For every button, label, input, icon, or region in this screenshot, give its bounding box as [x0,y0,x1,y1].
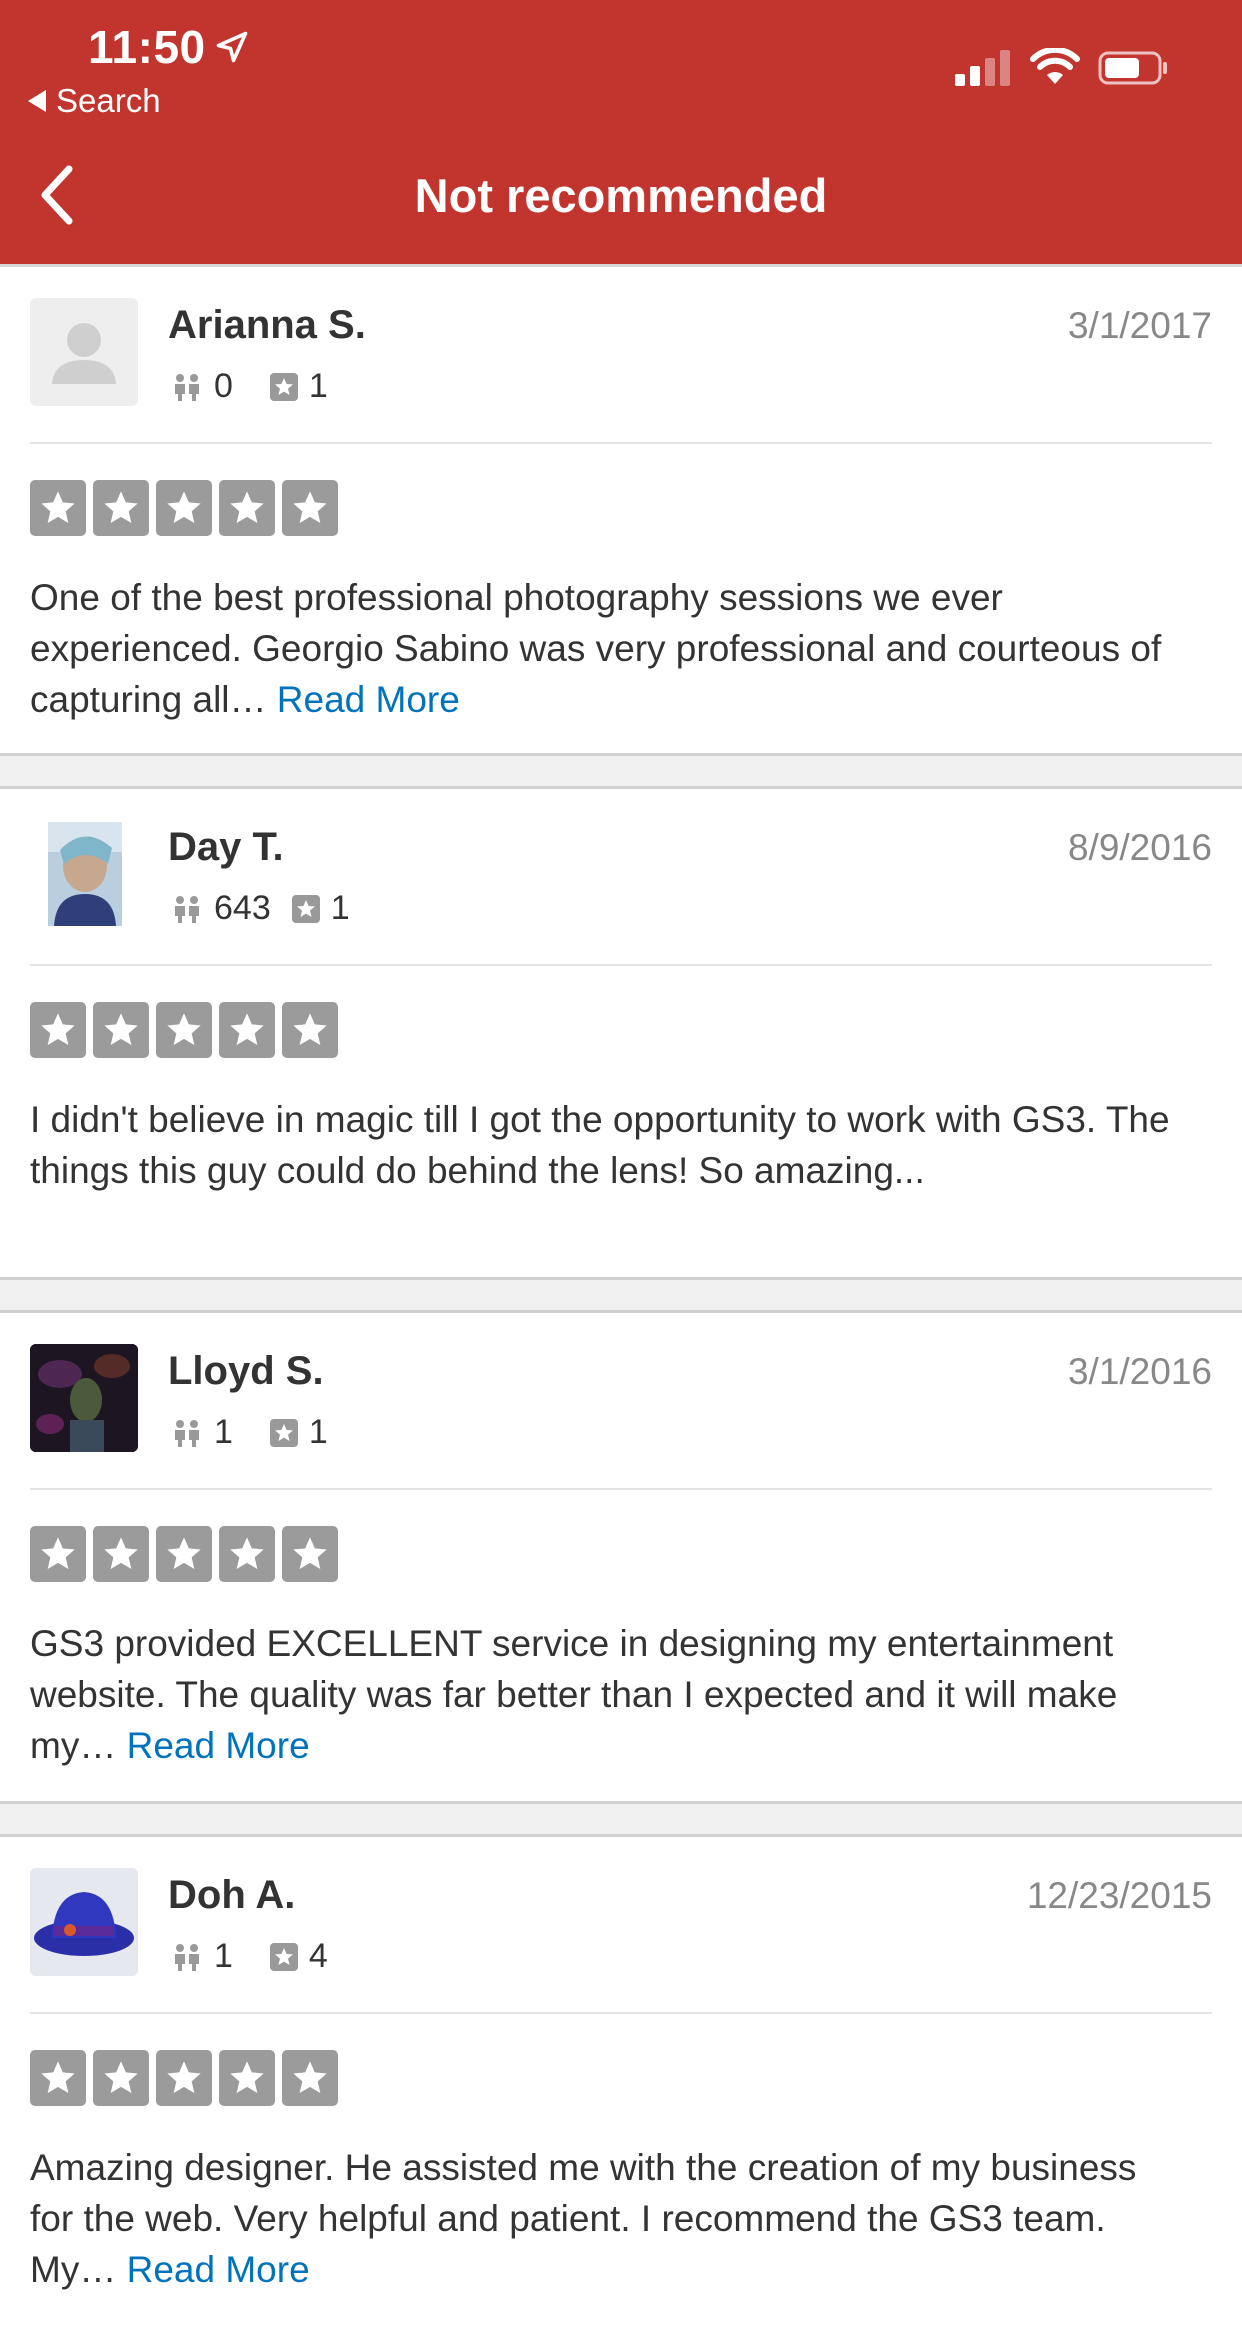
read-more-link[interactable]: Read More [127,2249,310,2290]
reviewer-name[interactable]: Day T. [168,825,284,870]
star-icon [219,2050,275,2106]
avatar[interactable] [30,298,138,406]
review-card: Lloyd S. 3/1/2016 1 1 GS3 provided EXCEL… [0,1310,1242,1804]
status-back-to-search[interactable]: Search [28,82,161,120]
friends-icon [170,1942,204,1972]
friends-icon [170,1418,204,1448]
reviewer-stats: 0 1 [170,367,364,406]
star-rating [30,480,338,536]
status-back-label: Search [56,82,161,119]
review-count: 1 [330,889,350,927]
star-icon [219,1526,275,1582]
star-rating [30,1526,338,1582]
star-icon [219,1002,275,1058]
location-arrow-icon [216,31,247,63]
review-date: 8/9/2016 [1067,827,1212,868]
avatar[interactable] [30,1868,138,1976]
star-icon [156,480,212,536]
friends-count: 1 [214,1413,233,1451]
star-icon [282,1002,338,1058]
review-count-icon [269,1418,299,1448]
page-title: Not recommended [414,169,828,222]
friends-count: 1 [214,1937,233,1975]
star-icon [30,1002,86,1058]
star-icon [282,480,338,536]
review-card: Day T. 8/9/2016 643 1 I didn't believe i… [0,786,1242,1280]
review-count-icon [269,1942,299,1972]
reviewer-name[interactable]: Lloyd S. [168,1349,324,1394]
user-photo [30,1344,138,1452]
avatar[interactable] [30,820,138,928]
review-count: 1 [308,1413,328,1451]
review-list: Arianna S. 3/1/2017 0 1 One of the best … [0,264,1242,2325]
review-count: 4 [308,1937,328,1975]
status-time-text: 11:50 [88,21,206,73]
star-rating [30,1002,338,1058]
divider [30,2012,1212,2014]
star-icon [93,480,149,536]
star-rating [30,2050,338,2106]
review-date: 12/23/2015 [1026,1875,1212,1916]
reviewer-name[interactable]: Arianna S. [168,303,366,348]
review-count-icon [269,372,299,402]
section-gap [0,1804,1242,1834]
review-count: 1 [308,367,328,405]
read-more-link[interactable]: Read More [127,1725,310,1766]
battery-icon [1098,51,1167,85]
review-count-icon [291,894,321,924]
friends-icon [170,372,204,402]
friends-count: 0 [214,367,233,405]
back-triangle-icon [28,90,46,112]
divider [30,964,1212,966]
wifi-icon [1030,48,1080,84]
cellular-signal-icon [955,50,1010,86]
review-body: One of the best professional photography… [30,577,1162,720]
star-icon [93,2050,149,2106]
review-body: I didn't believe in magic till I got the… [30,1099,1170,1191]
default-user-icon [52,323,116,384]
star-icon [156,1526,212,1582]
reviewer-stats: 1 1 [170,1413,364,1452]
status-time: 11:50 [88,20,250,74]
star-icon [93,1002,149,1058]
review-date: 3/1/2016 [1067,1351,1212,1392]
review-date: 3/1/2017 [1067,305,1212,346]
user-photo [30,1868,138,1976]
review-text: One of the best professional photography… [30,572,1186,725]
star-icon [156,1002,212,1058]
divider [30,1488,1212,1490]
star-icon [93,1526,149,1582]
star-icon [30,1526,86,1582]
friends-icon [170,894,204,924]
reviewer-stats: 643 1 [170,889,386,928]
star-icon [282,2050,338,2106]
star-icon [156,2050,212,2106]
review-text: Amazing designer. He assisted me with th… [30,2142,1186,2295]
review-card: Doh A. 12/23/2015 1 4 Amazing designer. … [0,1834,1242,2325]
user-photo [48,822,122,926]
review-text: GS3 provided EXCELLENT service in design… [30,1618,1186,1771]
section-gap [0,756,1242,786]
star-icon [282,1526,338,1582]
read-more-link[interactable]: Read More [277,679,460,720]
reviewer-name[interactable]: Doh A. [168,1873,295,1918]
avatar[interactable] [30,1344,138,1452]
star-icon [219,480,275,536]
review-text: I didn't believe in magic till I got the… [30,1094,1186,1196]
star-icon [30,2050,86,2106]
friends-count: 643 [214,889,271,927]
star-icon [30,480,86,536]
review-card: Arianna S. 3/1/2017 0 1 One of the best … [0,264,1242,756]
app-header: 11:50 Search Not recommended [0,0,1242,264]
reviewer-stats: 1 4 [170,1937,364,1976]
divider [30,442,1212,444]
section-gap [0,1280,1242,1310]
